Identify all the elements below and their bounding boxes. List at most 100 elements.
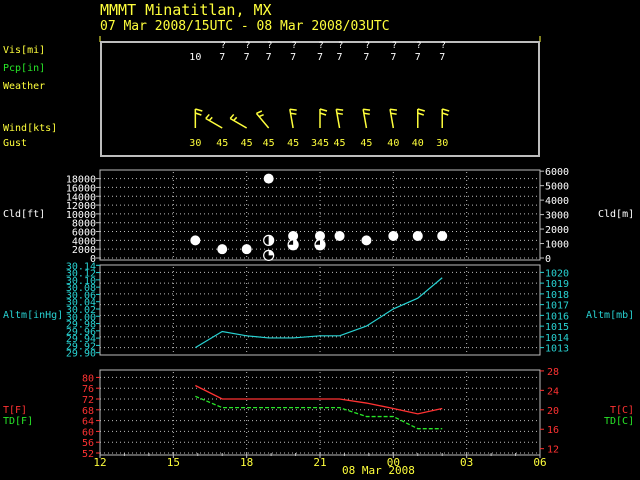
wind-barb-flag	[256, 110, 263, 115]
altm-mb-tick: 1019	[545, 279, 569, 290]
altm-mb-tick: 1016	[545, 311, 569, 322]
cloud-full	[361, 235, 372, 246]
temp-f-tick: 60	[82, 427, 94, 438]
wind-barb-flag	[229, 113, 235, 119]
gust-value: 45	[360, 138, 372, 149]
label-altm-mb: Altm[mb]	[586, 310, 634, 321]
label-t-f: T[F]	[3, 405, 27, 416]
altm-mb-tick: 1014	[545, 333, 569, 344]
temp-f-tick: 64	[82, 417, 94, 428]
label-gust: Gust	[3, 138, 27, 149]
station-title: MMMT Minatitlan, MX	[100, 1, 272, 19]
visibility-value: 7	[219, 52, 225, 63]
altm-mb-tick: 1015	[545, 322, 569, 333]
wind-barb-flag	[195, 112, 202, 116]
temp-f-tick: 72	[82, 395, 94, 406]
cloud-m-tick: 5000	[545, 182, 569, 193]
cloud-plot: 0200040006000800010000120001400016000180…	[66, 167, 569, 265]
gust-value: 40	[412, 138, 424, 149]
label-weather: Weather	[3, 81, 45, 92]
visibility-value: 7	[363, 52, 369, 63]
gust-value: 30	[189, 138, 201, 149]
cloud-full	[241, 244, 252, 255]
visibility-marker: ?	[365, 41, 370, 51]
wind-barb-flag	[319, 108, 328, 112]
visibility-value: 7	[290, 52, 296, 63]
label-cld-ft: Cld[ft]	[3, 209, 45, 220]
cloud-m-tick: 1000	[545, 240, 569, 251]
wind-barb	[289, 109, 294, 129]
cloud-m-tick: 6000	[545, 167, 569, 178]
gust-value: 345	[311, 138, 329, 149]
temp-c-tick: 12	[547, 445, 559, 456]
gust-value: 45	[287, 138, 299, 149]
gust-value: 45	[241, 138, 253, 149]
label-cld-m: Cld[m]	[598, 209, 634, 220]
temp-f-tick: 68	[82, 406, 94, 417]
temp-c-tick: 16	[547, 425, 559, 436]
wind-barb-flag	[442, 108, 450, 112]
dewpoint-line	[195, 395, 443, 430]
visibility-value: 7	[244, 52, 250, 63]
gust-value: 30	[436, 138, 448, 149]
label-vis: Vis[mi]	[3, 45, 45, 56]
altm-mb-tick: 1017	[545, 301, 569, 312]
wind-barb-flag	[417, 108, 425, 112]
visibility-marker: ?	[338, 41, 343, 51]
wind-barb-flag	[208, 116, 213, 122]
visibility-value: 7	[439, 52, 445, 63]
wind-barb-flag	[233, 116, 238, 122]
visibility-marker: ?	[291, 41, 296, 51]
cloud-full	[388, 230, 399, 241]
visibility-value: 7	[390, 52, 396, 63]
wind-barb	[229, 117, 248, 129]
gust-value: 45	[334, 138, 346, 149]
cloud-m-tick: 0	[545, 254, 551, 265]
cloud-fill	[268, 250, 274, 256]
temp-f-tick: 56	[82, 438, 94, 449]
visibility-marker: ?	[441, 41, 446, 51]
wind-barb-flag	[205, 113, 210, 119]
visibility-marker: ?	[392, 41, 397, 51]
visibility-value: 7	[337, 52, 343, 63]
cloud-ft-tick: 18000	[66, 175, 96, 186]
altm-inhg-tick: 30.14	[66, 261, 96, 272]
wind-barb-flag	[290, 112, 297, 115]
wind-barb-flag	[336, 112, 343, 115]
visibility-value: 7	[317, 52, 323, 63]
period-title: 07 Mar 2008/15UTC - 08 Mar 2008/03UTC	[100, 19, 390, 34]
temp-f-tick: 52	[82, 449, 94, 460]
cloud-m-tick: 2000	[545, 225, 569, 236]
label-td-f: TD[F]	[3, 416, 33, 427]
cloud-full	[412, 230, 423, 241]
wind-barb	[205, 117, 223, 129]
temp-f-tick: 80	[82, 373, 94, 384]
visibility-marker: ?	[245, 41, 250, 51]
visibility-marker: ?	[267, 41, 272, 51]
label-pcp: Pcp[in]	[3, 63, 45, 74]
wind-barb-flag	[441, 112, 449, 116]
gust-value: 40	[387, 138, 399, 149]
altm-mb-tick: 1018	[545, 290, 569, 301]
cloud-m-tick: 3000	[545, 211, 569, 222]
gust-value: 45	[263, 138, 275, 149]
cloud-full	[190, 235, 201, 246]
cloud-m-tick: 4000	[545, 196, 569, 207]
label-t-c: T[C]	[610, 405, 634, 416]
visibility-marker: ?	[416, 41, 421, 51]
observations: 1030?745?745?745?745?7345?745?745?740?74…	[189, 41, 450, 149]
label-wind: Wind[kts]	[3, 123, 57, 134]
visibility-marker: ?	[318, 41, 323, 51]
cloud-full	[263, 173, 274, 184]
gust-value: 45	[216, 138, 228, 149]
wind-barb-flag	[390, 112, 397, 115]
altimeter-plot: 29.9029.9229.9429.9629.9830.0030.0230.04…	[66, 261, 569, 359]
wind-barb-flag	[195, 108, 203, 112]
wind-barb-flag	[363, 112, 370, 115]
wind-barb-flag	[336, 108, 344, 111]
wind-barb-flag	[258, 113, 264, 118]
cloud-full	[437, 230, 448, 241]
temp-f-tick: 76	[82, 384, 94, 395]
wind-barb	[335, 109, 341, 129]
wind-barb-flag	[289, 108, 297, 111]
